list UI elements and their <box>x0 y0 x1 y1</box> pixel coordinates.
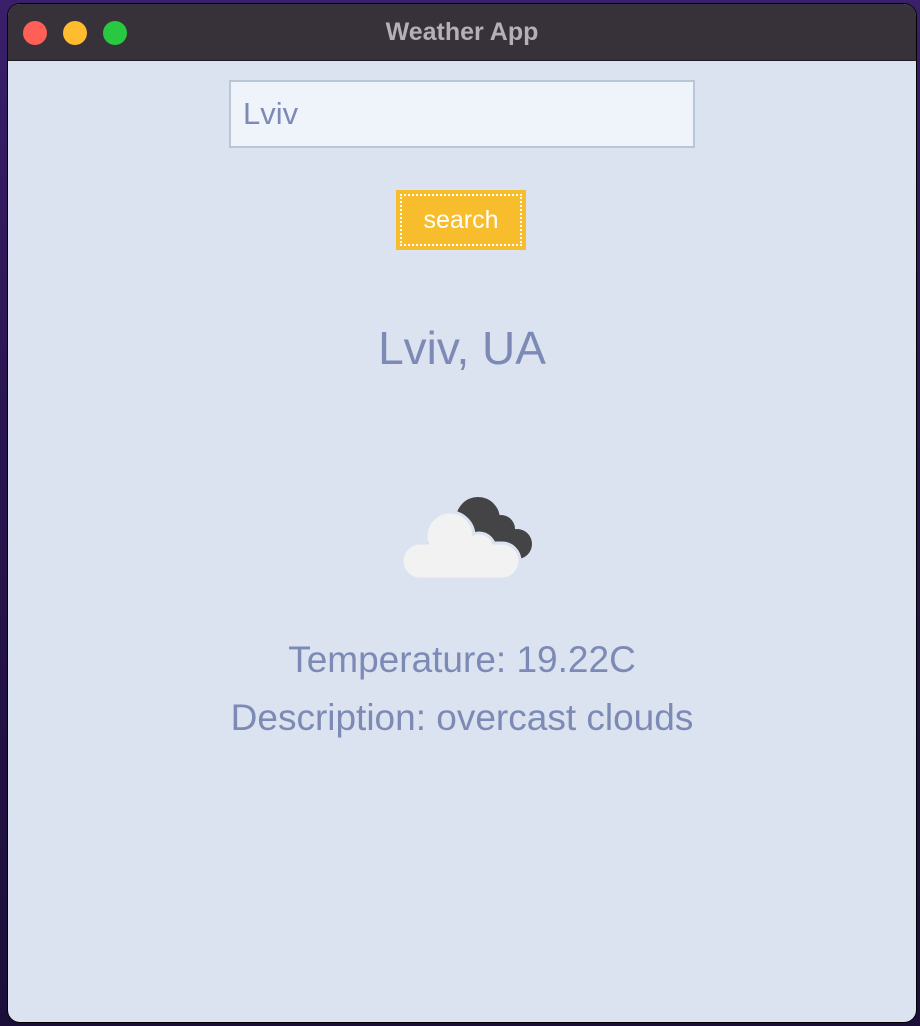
app-window: Weather App search Lviv, UA <box>8 4 916 1022</box>
main-content: search Lviv, UA Temperature: <box>8 61 916 1022</box>
location-heading: Lviv, UA <box>378 322 546 374</box>
search-button[interactable]: search <box>396 190 526 250</box>
search-button-label: search <box>400 194 522 246</box>
title-bar[interactable]: Weather App <box>8 4 916 61</box>
window-title: Weather App <box>385 18 539 46</box>
overcast-clouds-icon <box>400 497 532 579</box>
city-search-input[interactable] <box>229 80 695 148</box>
description-text: Description: overcast clouds <box>230 697 694 738</box>
temperature-text: Temperature: 19.22C <box>288 639 636 680</box>
